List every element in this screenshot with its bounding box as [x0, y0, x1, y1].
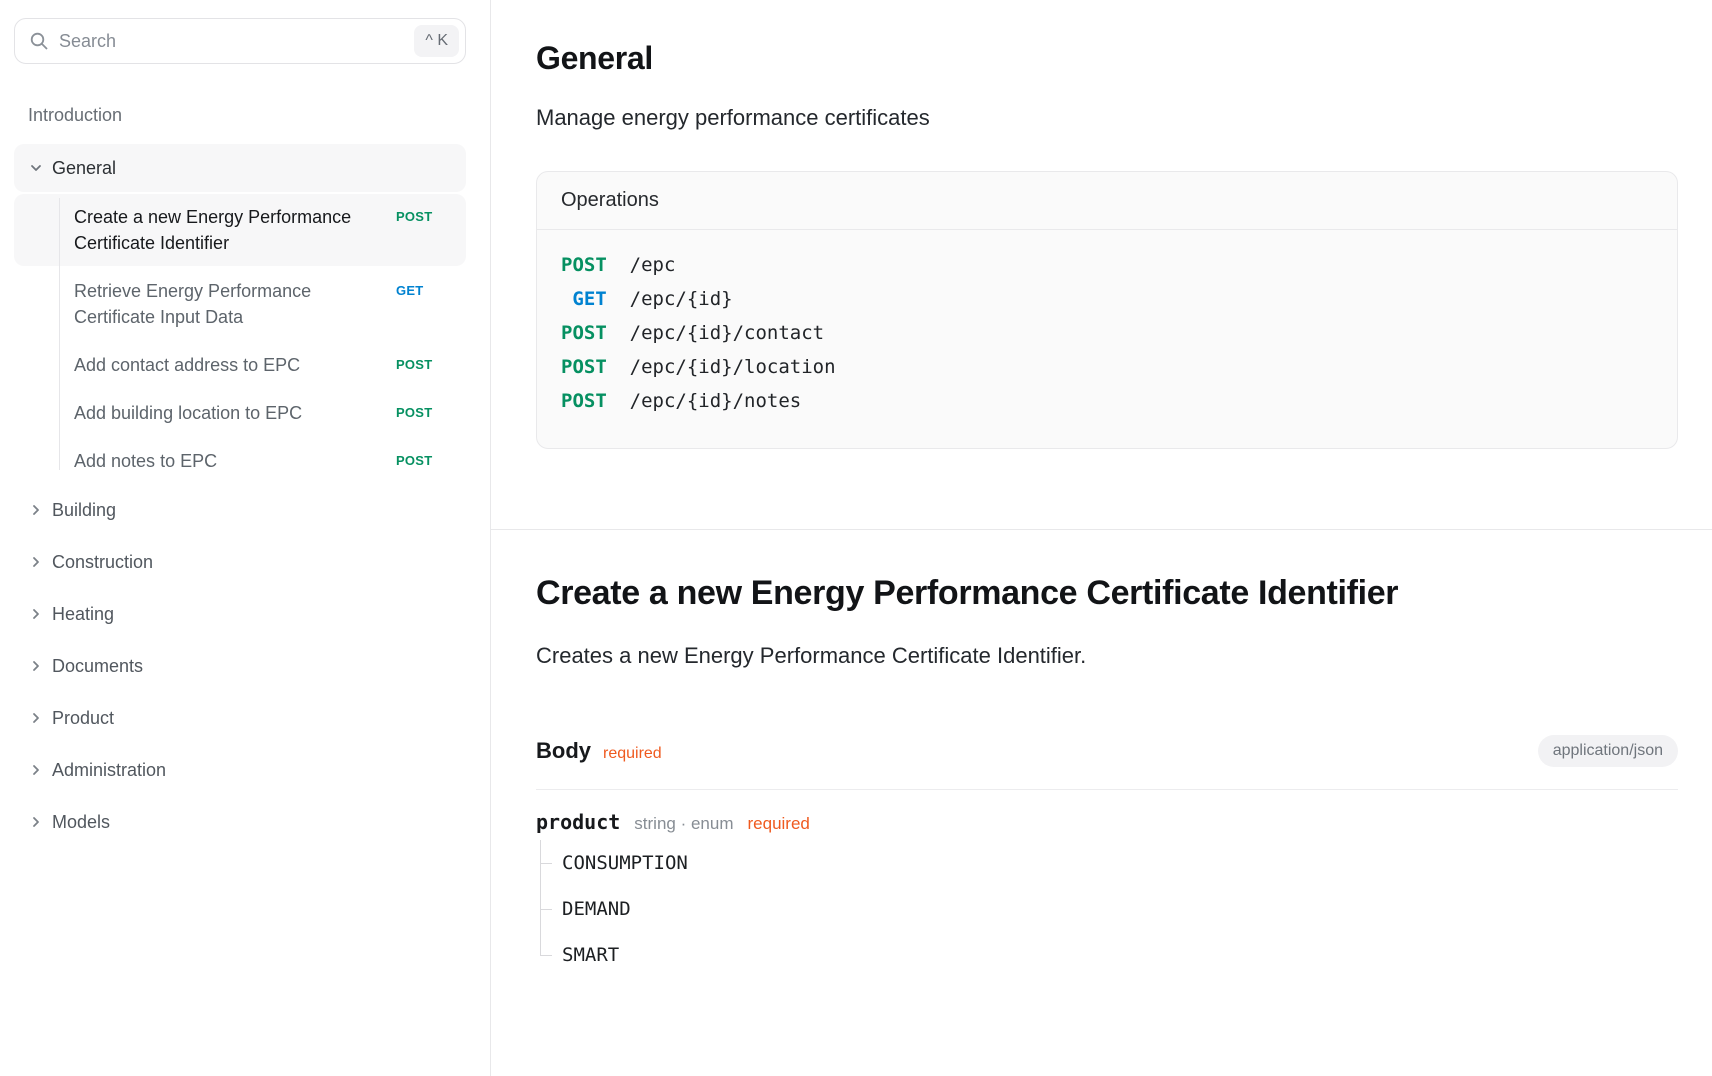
operation-link[interactable]: POST/epc/{id}/location	[561, 350, 1653, 384]
enum-value: DEMAND	[540, 886, 1678, 932]
search-icon	[29, 31, 49, 51]
method-badge: POST	[396, 204, 432, 230]
method-badge: POST	[396, 400, 432, 426]
sidebar-general-children: Create a new Energy Performance Certific…	[14, 194, 466, 484]
request-body-header: Body required application/json	[536, 735, 1678, 767]
sidebar-item-construction[interactable]: Construction	[14, 536, 466, 588]
method-badge: POST	[396, 448, 432, 474]
chevron-right-icon	[28, 606, 44, 622]
enum-value-tree: CONSUMPTION DEMAND SMART	[540, 840, 1678, 978]
sidebar-item-building[interactable]: Building	[14, 484, 466, 536]
operations-list: POST/epc GET/epc/{id} POST/epc/{id}/cont…	[537, 230, 1677, 448]
body-required-badge: required	[603, 745, 662, 763]
chevron-right-icon	[28, 710, 44, 726]
operation-link[interactable]: GET/epc/{id}	[561, 282, 1653, 316]
chevron-right-icon	[28, 762, 44, 778]
sidebar-item-label: Add building location to EPC	[74, 400, 384, 426]
property-required-badge: required	[748, 814, 810, 834]
enum-value: CONSUMPTION	[540, 840, 1678, 886]
search-box[interactable]: ^ K	[14, 18, 466, 64]
content-type-pill[interactable]: application/json	[1538, 735, 1678, 767]
sidebar-item-label: Heating	[52, 604, 114, 625]
sidebar-item-label: Construction	[52, 552, 153, 573]
sidebar-item-add-notes[interactable]: Add notes to EPC POST	[14, 438, 466, 484]
sidebar-item-heating[interactable]: Heating	[14, 588, 466, 640]
endpoint-section: Create a new Energy Performance Certific…	[491, 574, 1712, 978]
method-badge: GET	[396, 278, 424, 304]
operations-card: Operations POST/epc GET/epc/{id} POST/ep…	[536, 171, 1678, 449]
sidebar-item-label: Documents	[52, 656, 143, 677]
sidebar-item-retrieve-epc[interactable]: Retrieve Energy Performance Certificate …	[14, 268, 466, 340]
operation-path: /epc/{id}/location	[630, 356, 836, 378]
chevron-right-icon	[28, 502, 44, 518]
method-label: POST	[561, 350, 607, 384]
endpoint-title: Create a new Energy Performance Certific…	[536, 574, 1678, 613]
page-title: General	[536, 40, 1678, 77]
operation-link[interactable]: POST/epc/{id}/contact	[561, 316, 1653, 350]
page-description: Manage energy performance certificates	[536, 105, 1678, 131]
property-type: string · enum	[634, 814, 733, 834]
general-section: General Manage energy performance certif…	[491, 40, 1712, 449]
enum-value: SMART	[540, 932, 1678, 978]
chevron-right-icon	[28, 658, 44, 674]
chevron-right-icon	[28, 814, 44, 830]
sidebar-item-add-location[interactable]: Add building location to EPC POST	[14, 390, 466, 436]
sidebar-item-introduction[interactable]: Introduction	[14, 100, 466, 130]
operation-path: /epc/{id}/notes	[630, 390, 802, 412]
sidebar-item-label: Add notes to EPC	[74, 448, 384, 474]
sidebar-item-label: Models	[52, 812, 110, 833]
chevron-right-icon	[28, 554, 44, 570]
main-content: General Manage energy performance certif…	[491, 0, 1712, 1076]
sidebar-group-label: General	[52, 158, 116, 179]
method-badge: POST	[396, 352, 432, 378]
sidebar-item-add-contact[interactable]: Add contact address to EPC POST	[14, 342, 466, 388]
sidebar-item-label: Add contact address to EPC	[74, 352, 384, 378]
sidebar-item-label: Product	[52, 708, 114, 729]
sidebar-item-label: Administration	[52, 760, 166, 781]
operation-path: /epc/{id}/contact	[630, 322, 824, 344]
sidebar-item-administration[interactable]: Administration	[14, 744, 466, 796]
sidebar-item-label: Building	[52, 500, 116, 521]
api-docs-app: ^ K Introduction General Create a new En…	[0, 0, 1712, 1076]
property-name: product	[536, 810, 620, 834]
operations-card-title: Operations	[537, 172, 1677, 230]
sidebar-item-label: Retrieve Energy Performance Certificate …	[74, 278, 384, 330]
endpoint-description: Creates a new Energy Performance Certifi…	[536, 643, 1678, 669]
section-divider	[491, 529, 1712, 530]
sidebar: ^ K Introduction General Create a new En…	[0, 0, 491, 1076]
property-row-product: product string · enum required	[536, 810, 1678, 834]
sidebar-item-product[interactable]: Product	[14, 692, 466, 744]
operation-path: /epc/{id}	[630, 288, 733, 310]
sidebar-item-label: Create a new Energy Performance Certific…	[74, 204, 384, 256]
sidebar-group-general[interactable]: General	[14, 144, 466, 192]
operation-link[interactable]: POST/epc	[561, 248, 1653, 282]
method-label: POST	[561, 384, 607, 418]
operation-link[interactable]: POST/epc/{id}/notes	[561, 384, 1653, 418]
body-divider	[536, 789, 1678, 790]
method-label: POST	[561, 248, 607, 282]
search-input[interactable]	[59, 31, 414, 52]
operation-path: /epc	[630, 254, 676, 276]
sidebar-nav: General Create a new Energy Performance …	[14, 144, 466, 848]
body-label: Body	[536, 738, 591, 764]
method-label: POST	[561, 316, 607, 350]
search-shortcut-badge: ^ K	[414, 25, 459, 57]
sidebar-item-documents[interactable]: Documents	[14, 640, 466, 692]
indent-guide	[59, 198, 60, 470]
method-label: GET	[561, 282, 607, 316]
sidebar-item-create-epc[interactable]: Create a new Energy Performance Certific…	[14, 194, 466, 266]
chevron-down-icon	[28, 160, 44, 176]
sidebar-item-models[interactable]: Models	[14, 796, 466, 848]
